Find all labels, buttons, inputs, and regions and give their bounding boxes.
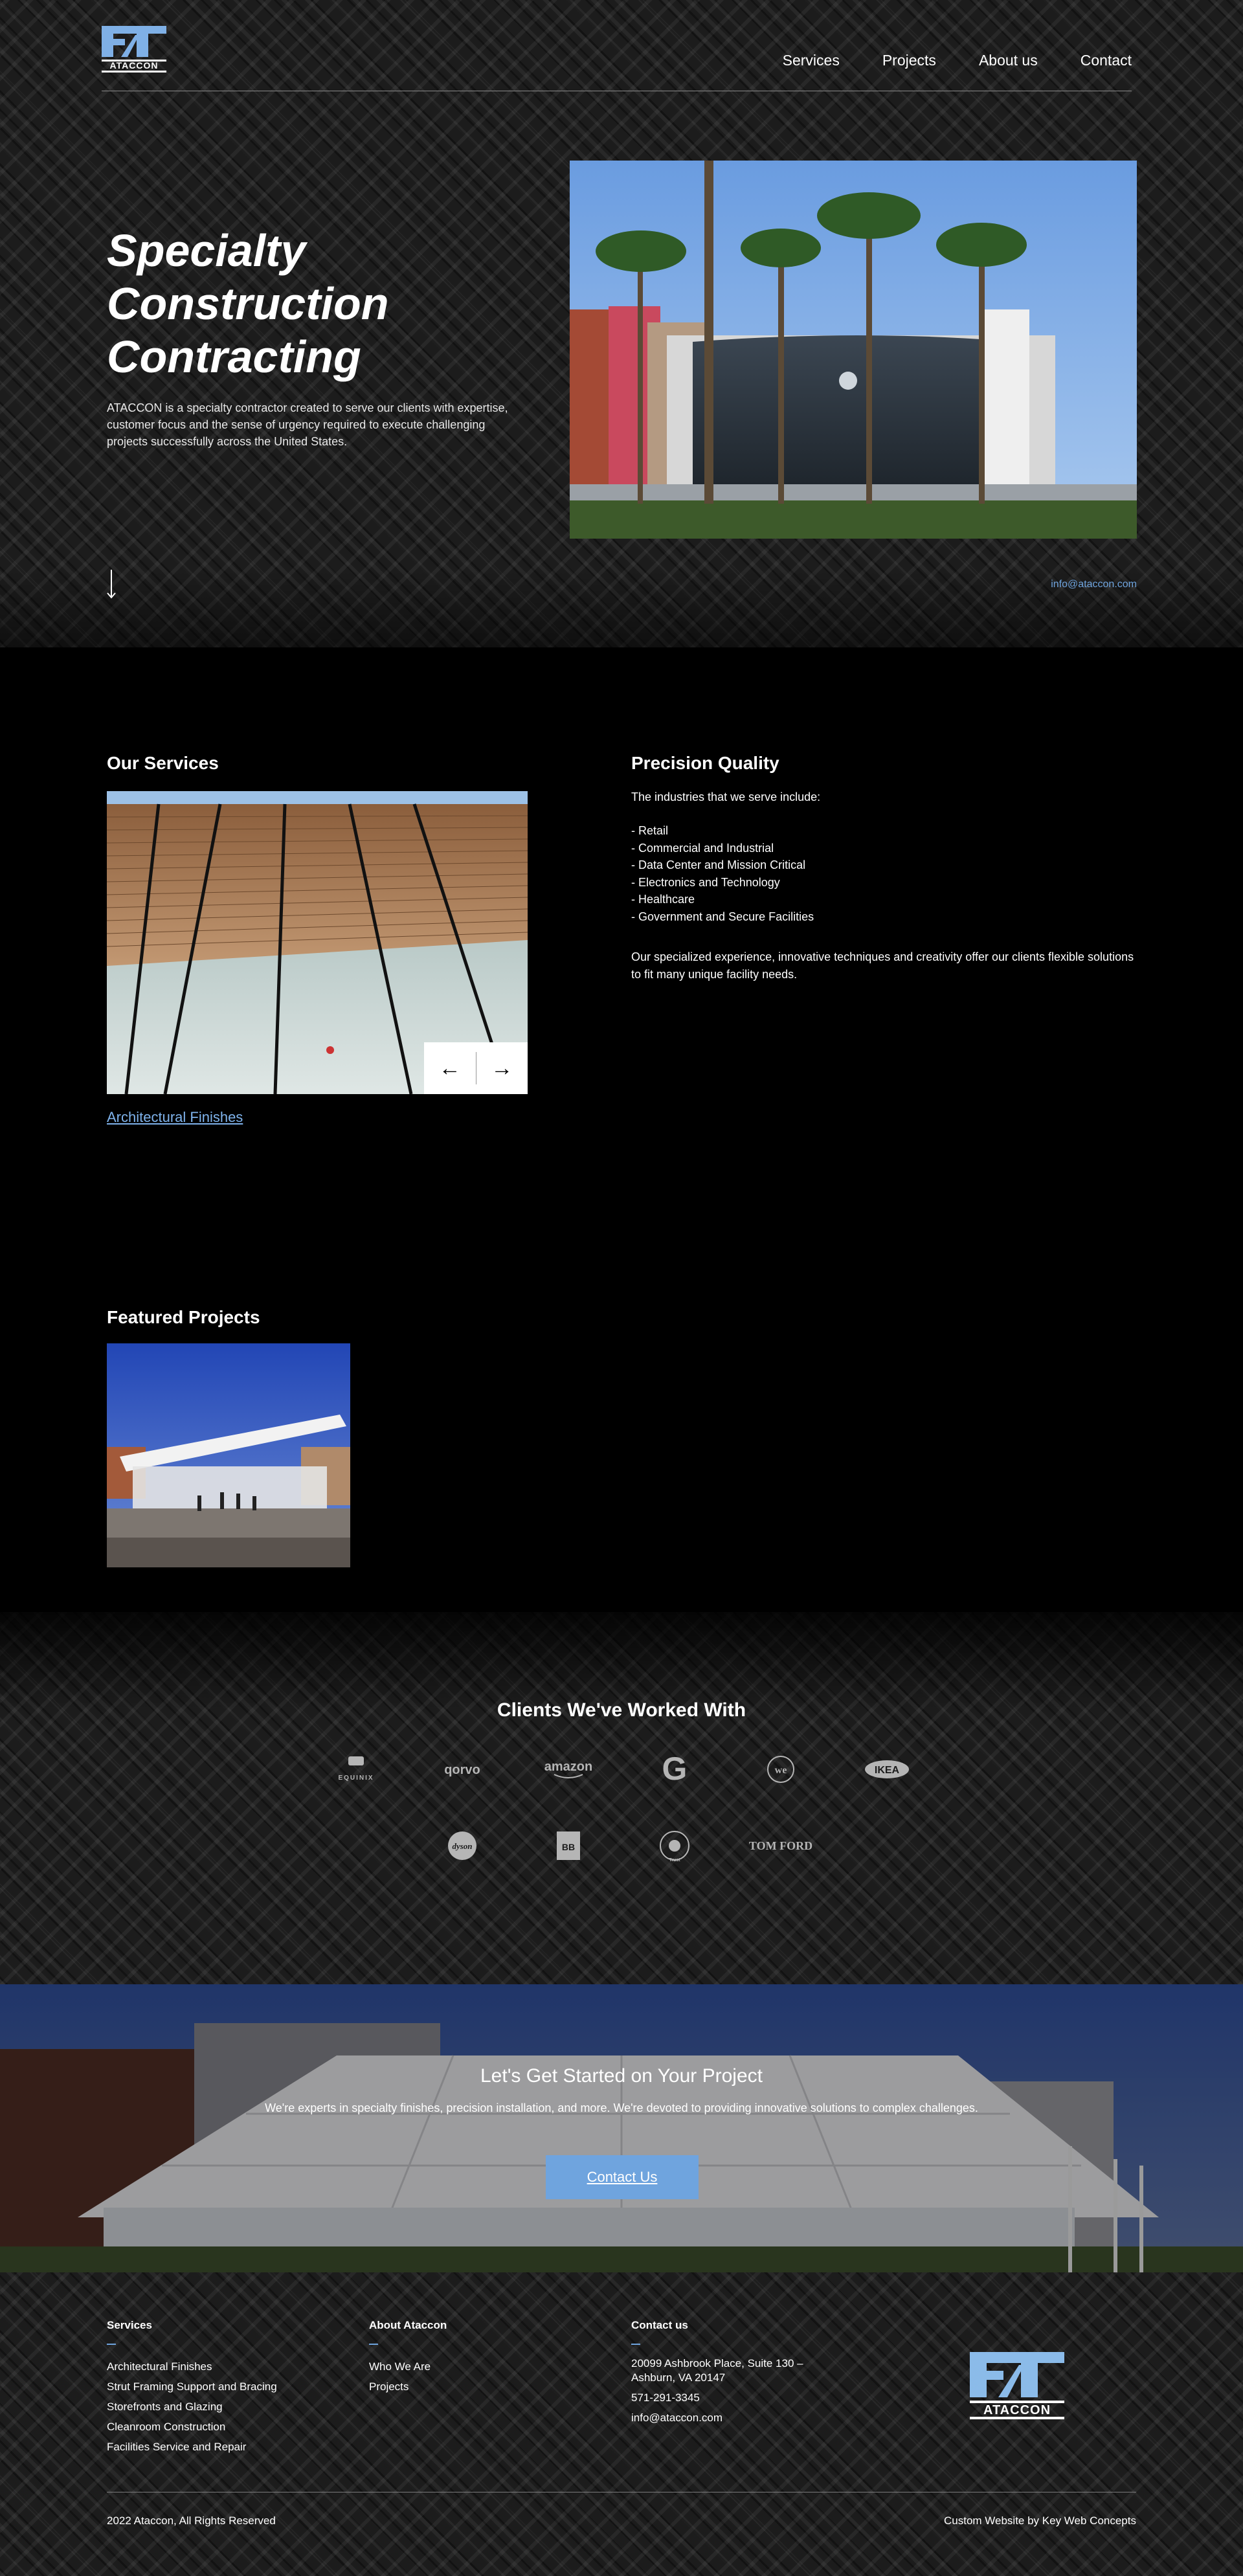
list-item: - Government and Secure Facilities — [631, 910, 814, 923]
footer-link[interactable]: Facilities Service and Repair — [107, 2437, 277, 2457]
qorvo-logo: qorvo — [429, 1751, 496, 1787]
footer-link[interactable]: Who We Are — [369, 2357, 447, 2377]
svg-text:amazon: amazon — [544, 1760, 592, 1774]
ikea-logo: IKEA — [853, 1751, 921, 1787]
featured-heading: Featured Projects — [107, 1307, 260, 1327]
footer-link[interactable]: Strut Framing Support and Bracing — [107, 2377, 277, 2397]
precision-body: Our specialized experience, innovative t… — [631, 950, 1134, 981]
hero-title-line-1: Specialty — [107, 225, 306, 276]
cta-text: We're experts in specialty finishes, pre… — [265, 2101, 978, 2114]
wework-logo: we — [747, 1751, 814, 1787]
list-item: - Data Center and Mission Critical — [631, 858, 806, 871]
footer-address: 20099 Ashbrook Place, Suite 130 – Ashbur… — [631, 2357, 803, 2385]
footer-about-heading: About Ataccon — [369, 2319, 447, 2331]
slide-caption-link[interactable]: Architectural Finishes — [107, 1109, 243, 1126]
svg-text:ATACCON: ATACCON — [983, 2403, 1051, 2417]
footer-contact-heading: Contact us — [631, 2319, 688, 2331]
hero-email-link[interactable]: info@ataccon.com — [1051, 579, 1137, 590]
svg-text:Trust: Trust — [669, 1858, 680, 1863]
google-logo: G — [641, 1751, 708, 1787]
credit-link[interactable]: Custom Website by Key Web Concepts — [944, 2514, 1136, 2527]
clients-heading: Clients We've Worked With — [497, 1699, 746, 1721]
footer-accent-dash — [369, 2344, 378, 2345]
footer-link[interactable]: Storefronts and Glazing — [107, 2397, 277, 2417]
footer-email[interactable]: info@ataccon.com — [631, 2412, 803, 2425]
footer-accent-dash — [107, 2344, 116, 2345]
svg-text:dyson: dyson — [452, 1841, 472, 1851]
footer-contact-column: Contact us 20099 Ashbrook Place, Suite 1… — [631, 2319, 803, 2425]
list-item: - Electronics and Technology — [631, 875, 780, 889]
featured-project-photo[interactable] — [107, 1343, 350, 1567]
dyson-logo: dyson — [429, 1828, 496, 1864]
nav-services[interactable]: Services — [783, 52, 840, 69]
amazon-logo: amazon — [535, 1751, 602, 1787]
svg-text:IKEA: IKEA — [875, 1765, 900, 1776]
svg-text:TOM FORD: TOM FORD — [749, 1839, 812, 1852]
hero-title-line-2: Construction — [107, 278, 389, 329]
svg-text:we: we — [775, 1765, 787, 1776]
trust-seal-logo: Trust — [641, 1828, 708, 1864]
cta-heading: Let's Get Started on Your Project — [480, 2065, 763, 2087]
footer-phone[interactable]: 571-291-3345 — [631, 2391, 803, 2404]
precision-heading: Precision Quality — [631, 753, 779, 773]
precision-intro: The industries that we serve include: — [631, 790, 821, 803]
list-item: - Healthcare — [631, 893, 695, 906]
industry-list: - Retail - Commercial and Industrial - D… — [631, 822, 814, 925]
hero-title: Specialty Construction Contracting — [107, 224, 560, 383]
svg-text:ATACCON: ATACCON — [110, 60, 159, 71]
footer-link[interactable]: Cleanroom Construction — [107, 2417, 277, 2437]
client-logos-row-2: dyson BB Trust TOM FORD — [0, 1828, 1243, 1864]
arrow-down-icon[interactable] — [104, 570, 119, 599]
services-heading: Our Services — [107, 753, 219, 773]
list-item: - Retail — [631, 824, 669, 837]
nav-projects[interactable]: Projects — [882, 52, 936, 69]
contact-us-button[interactable]: Contact Us — [546, 2155, 699, 2199]
list-item: - Commercial and Industrial — [631, 841, 774, 855]
hero-fade — [0, 570, 1243, 738]
footer-services-column: Services Architectural Finishes Strut Fr… — [107, 2319, 277, 2457]
svg-text:qorvo: qorvo — [444, 1763, 480, 1777]
copyright-text: 2022 Ataccon, All Rights Reserved — [107, 2514, 276, 2527]
arrow-right-icon[interactable]: → — [476, 1042, 528, 1094]
hero-description: ATACCON is a specialty contractor create… — [107, 401, 508, 448]
footer-about-column: About Ataccon Who We Are Projects — [369, 2319, 447, 2397]
nav-contact[interactable]: Contact — [1081, 52, 1132, 69]
bb-logo: BB — [535, 1828, 602, 1864]
footer-link[interactable]: Architectural Finishes — [107, 2357, 277, 2377]
hero-title-line-3: Contracting — [107, 331, 361, 382]
footer-link[interactable]: Projects — [369, 2377, 447, 2397]
services-slider[interactable]: ← → — [107, 791, 528, 1094]
slider-controls: ← → — [424, 1042, 528, 1094]
clients-fade — [0, 1593, 1243, 1709]
footer-logo[interactable]: ATACCON — [970, 2352, 1064, 2419]
tom-ford-logo: TOM FORD — [747, 1828, 814, 1864]
hero-store-photo — [570, 161, 1137, 539]
main-nav: Services Projects About us Contact — [783, 52, 1132, 69]
svg-text:G: G — [662, 1751, 688, 1787]
svg-text:BB: BB — [562, 1842, 575, 1852]
svg-text:EQUINIX: EQUINIX — [338, 1775, 374, 1782]
address-line-2: Ashburn, VA 20147 — [631, 2371, 726, 2384]
cta-banner — [0, 1984, 1243, 2272]
footer-services-heading: Services — [107, 2319, 152, 2331]
footer-accent-dash — [631, 2344, 640, 2345]
arrow-left-icon[interactable]: ← — [424, 1042, 476, 1094]
equinix-logo: EQUINIX — [322, 1751, 390, 1787]
nav-about-us[interactable]: About us — [979, 52, 1038, 69]
client-logos-row-1: EQUINIX qorvo amazon G we IKEA — [0, 1751, 1243, 1787]
address-line-1: 20099 Ashbrook Place, Suite 130 – — [631, 2357, 803, 2369]
site-logo[interactable]: ATACCON — [102, 26, 166, 73]
